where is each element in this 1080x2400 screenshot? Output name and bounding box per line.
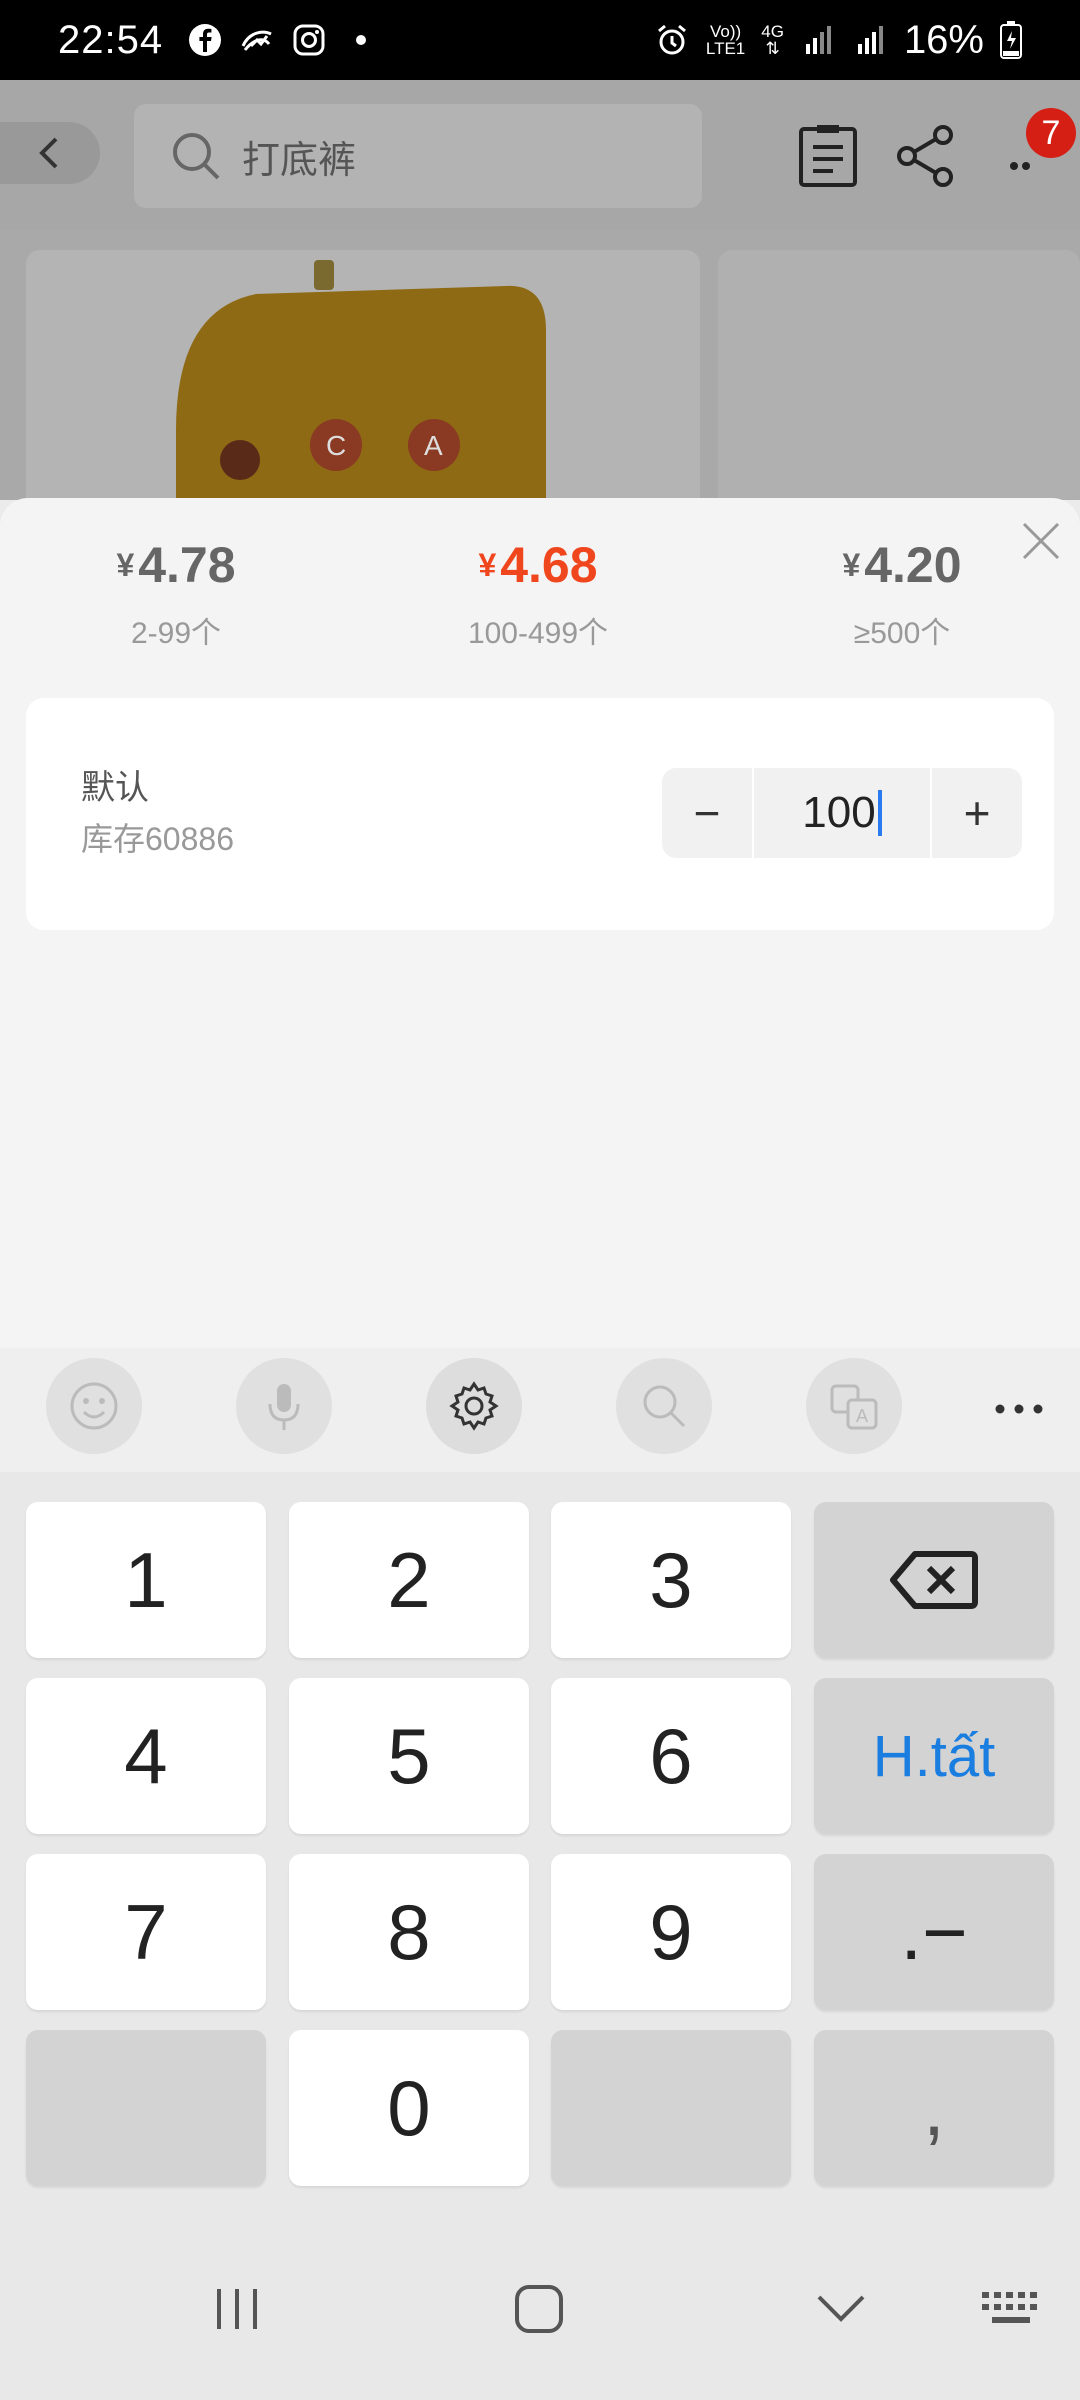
price-tier-active: ¥4.68 100-499个 bbox=[388, 536, 688, 652]
price-tier: ¥4.20 ≥500个 bbox=[752, 536, 1052, 652]
backspace-icon bbox=[890, 1551, 978, 1609]
product-card-secondary[interactable] bbox=[718, 250, 1080, 500]
tier-price: ¥4.20 bbox=[842, 537, 962, 593]
increase-button[interactable]: + bbox=[932, 768, 1022, 858]
price-tier: ¥4.78 2-99个 bbox=[26, 536, 326, 652]
variant-card: 默认 库存60886 − 100 + bbox=[26, 698, 1054, 930]
backspace-key[interactable] bbox=[814, 1502, 1054, 1658]
back-button[interactable] bbox=[0, 122, 100, 184]
key-1[interactable]: 1 bbox=[26, 1502, 266, 1658]
mobile-data-indicator: 4G ⇅ bbox=[761, 22, 784, 58]
recent-apps-icon bbox=[217, 2289, 257, 2329]
microphone-icon bbox=[268, 1384, 300, 1430]
settings-button[interactable] bbox=[426, 1358, 522, 1454]
background-page: 打底裤 7 C A bbox=[0, 80, 1080, 500]
emoji-button[interactable] bbox=[46, 1358, 142, 1454]
svg-text:A: A bbox=[856, 1406, 868, 1426]
microphone-button[interactable] bbox=[236, 1358, 332, 1454]
keyboard-switch-button[interactable] bbox=[956, 2254, 1066, 2364]
battery-icon bbox=[1000, 21, 1022, 59]
quantity-stepper: − 100 + bbox=[662, 768, 1022, 858]
key-6[interactable]: 6 bbox=[551, 1678, 791, 1834]
home-button[interactable] bbox=[484, 2254, 594, 2364]
more-icon bbox=[995, 1404, 1043, 1414]
clipboard-icon bbox=[799, 125, 857, 187]
key-4[interactable]: 4 bbox=[26, 1678, 266, 1834]
variant-name: 默认 bbox=[81, 769, 149, 807]
search-bar[interactable]: 打底裤 bbox=[134, 104, 702, 208]
tier-range: 2-99个 bbox=[130, 617, 222, 650]
product-image[interactable]: C A bbox=[26, 250, 700, 500]
keyboard-icon bbox=[982, 2292, 1037, 2323]
key-8[interactable]: 8 bbox=[289, 1854, 529, 2010]
home-icon bbox=[515, 2285, 563, 2333]
messenger-icon bbox=[241, 30, 272, 51]
done-key[interactable]: H.tất bbox=[814, 1678, 1054, 1834]
key-3[interactable]: 3 bbox=[551, 1502, 791, 1658]
key-7[interactable]: 7 bbox=[26, 1854, 266, 2010]
status-time: 22:54 bbox=[58, 17, 164, 62]
blank-key[interactable] bbox=[26, 2030, 266, 2186]
remote-control-image: C A bbox=[26, 250, 700, 500]
dot-icon bbox=[356, 35, 367, 45]
svg-text:A: A bbox=[424, 430, 443, 461]
more-options-button[interactable] bbox=[984, 1384, 1054, 1434]
tier-range: 100-499个 bbox=[467, 617, 609, 650]
key-9[interactable]: 9 bbox=[551, 1854, 791, 2010]
share-button[interactable] bbox=[886, 116, 966, 196]
hide-keyboard-button[interactable] bbox=[786, 2254, 896, 2364]
key-5[interactable]: 5 bbox=[289, 1678, 529, 1834]
tier-price: ¥4.78 bbox=[116, 537, 236, 593]
emoji-icon bbox=[70, 1382, 118, 1430]
search-icon bbox=[173, 133, 220, 180]
signal-icon bbox=[805, 26, 831, 54]
variant-stock: 库存60886 bbox=[81, 821, 234, 857]
key-2[interactable]: 2 bbox=[289, 1502, 529, 1658]
network-indicator: Vo)) LTE1 bbox=[705, 22, 746, 58]
share-icon bbox=[897, 125, 953, 187]
navigation-bar bbox=[0, 2224, 1080, 2400]
instagram-icon bbox=[293, 24, 325, 56]
quantity-sheet: ¥4.78 2-99个 ¥4.68 100-499个 ¥4.20 ≥500个 默… bbox=[0, 498, 1080, 1348]
svg-text:C: C bbox=[326, 430, 346, 461]
key-0[interactable]: 0 bbox=[289, 2030, 529, 2186]
tier-price: ¥4.68 bbox=[478, 537, 598, 593]
tier-range: ≥500个 bbox=[853, 617, 951, 650]
decrease-button[interactable]: − bbox=[662, 768, 752, 858]
search-placeholder: 打底裤 bbox=[242, 139, 357, 182]
search-button[interactable] bbox=[616, 1358, 712, 1454]
alarm-icon bbox=[657, 24, 686, 55]
translate-button[interactable]: A bbox=[806, 1358, 902, 1454]
numeric-keyboard: 1 2 3 4 5 6 H.tất 7 8 9 .− 0 , bbox=[0, 1472, 1080, 2224]
search-icon bbox=[643, 1385, 686, 1428]
translate-icon: A bbox=[830, 1384, 878, 1430]
dot-dash-key[interactable]: .− bbox=[814, 1854, 1054, 2010]
facebook-icon bbox=[189, 24, 222, 56]
chevron-down-icon bbox=[817, 2295, 865, 2322]
battery-percent: 16% bbox=[903, 17, 984, 62]
settings-icon bbox=[449, 1381, 499, 1431]
signal-icon bbox=[857, 26, 883, 54]
keyboard-toolbar: A bbox=[0, 1348, 1080, 1472]
recent-apps-button[interactable] bbox=[182, 2254, 292, 2364]
clipboard-button[interactable] bbox=[788, 116, 868, 196]
status-bar: 22:54 Vo)) LTE1 4G ⇅ 16% bbox=[0, 0, 1080, 80]
text-caret bbox=[877, 790, 882, 836]
cart-badge: 7 bbox=[1026, 108, 1076, 158]
blank-key[interactable] bbox=[551, 2030, 791, 2186]
comma-key[interactable]: , bbox=[814, 2030, 1054, 2186]
back-arrow-icon bbox=[39, 137, 58, 169]
quantity-input[interactable]: 100 bbox=[752, 768, 932, 858]
